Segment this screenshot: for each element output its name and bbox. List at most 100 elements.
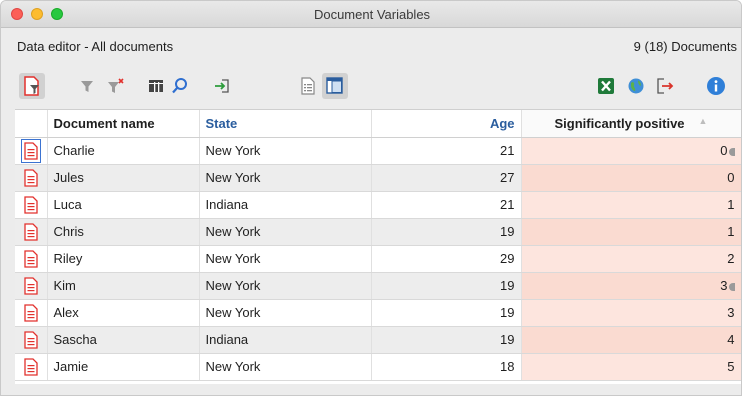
list-view-icon xyxy=(301,77,315,95)
significantly-positive-value: 4 xyxy=(727,332,735,347)
document-count: 9 (18) Documents xyxy=(633,39,737,54)
significantly-positive-cell[interactable]: 3 xyxy=(521,299,741,327)
document-icon-cell[interactable] xyxy=(15,272,48,300)
significantly-positive-value: 3 xyxy=(727,305,735,320)
significantly-positive-cell[interactable]: 0 xyxy=(521,137,741,165)
document-icon-cell[interactable] xyxy=(15,299,48,327)
import-button[interactable] xyxy=(209,73,235,99)
document-icon xyxy=(24,249,38,268)
import-icon xyxy=(215,79,229,93)
significantly-positive-cell[interactable]: 1 xyxy=(521,218,741,246)
document-variables-window: Document Variables Data editor - All doc… xyxy=(0,0,742,396)
significantly-positive-cell[interactable]: 5 xyxy=(521,353,741,381)
info-button[interactable] xyxy=(703,73,729,99)
table-row[interactable]: Sascha Indiana 19 4 xyxy=(15,326,741,354)
column-header-label: Significantly positive xyxy=(554,115,685,131)
table-row[interactable]: Alex New York 19 3 xyxy=(15,299,741,327)
table-row[interactable]: Kim New York 19 3 xyxy=(15,272,741,300)
state-cell[interactable]: New York xyxy=(199,353,372,381)
document-icon xyxy=(24,330,38,349)
table-row[interactable]: Charlie New York 21 0 xyxy=(15,137,741,165)
document-icon-cell[interactable] xyxy=(15,353,48,381)
columns-button[interactable] xyxy=(143,73,169,99)
memo-icon[interactable] xyxy=(728,147,735,156)
state-cell[interactable]: Indiana xyxy=(199,326,372,354)
state-cell[interactable]: New York xyxy=(199,272,372,300)
document-icon-cell[interactable] xyxy=(15,245,48,273)
info-icon xyxy=(707,77,725,95)
clear-filter-icon xyxy=(108,78,124,93)
document-name-cell[interactable]: Sascha xyxy=(47,326,200,354)
column-header-document-name[interactable]: Document name xyxy=(47,110,200,138)
excel-export-button[interactable] xyxy=(593,73,619,99)
age-cell[interactable]: 18 xyxy=(371,353,522,381)
toolbar xyxy=(1,67,741,107)
significantly-positive-value: 2 xyxy=(727,251,735,266)
age-cell[interactable]: 29 xyxy=(371,245,522,273)
state-cell[interactable]: New York xyxy=(199,218,372,246)
list-view-button[interactable] xyxy=(295,73,321,99)
document-name-cell[interactable]: Kim xyxy=(47,272,200,300)
table-row[interactable]: Riley New York 29 2 xyxy=(15,245,741,273)
age-cell[interactable]: 19 xyxy=(371,218,522,246)
table-row[interactable]: Jules New York 27 0 xyxy=(15,164,741,192)
document-filter-icon xyxy=(24,76,39,96)
state-cell[interactable]: New York xyxy=(199,299,372,327)
state-cell[interactable]: New York xyxy=(199,137,372,165)
search-button[interactable] xyxy=(167,73,193,99)
document-name-cell[interactable]: Alex xyxy=(47,299,200,327)
memo-icon[interactable] xyxy=(728,282,735,291)
significantly-positive-cell[interactable]: 3 xyxy=(521,272,741,300)
column-header-icon xyxy=(15,110,48,138)
significantly-positive-cell[interactable]: 2 xyxy=(521,245,741,273)
document-name-cell[interactable]: Luca xyxy=(47,191,200,219)
export-icon xyxy=(657,78,674,94)
significantly-positive-cell[interactable]: 4 xyxy=(521,326,741,354)
document-icon xyxy=(20,138,41,163)
age-cell[interactable]: 21 xyxy=(371,137,522,165)
clear-filter-button[interactable] xyxy=(103,73,129,99)
document-icon xyxy=(24,303,38,322)
table-row[interactable]: Jamie New York 18 5 xyxy=(15,353,741,381)
document-icon-cell[interactable] xyxy=(15,137,48,165)
detail-view-button[interactable] xyxy=(322,73,348,99)
document-filter-button[interactable] xyxy=(19,73,45,99)
search-icon xyxy=(172,78,187,94)
significantly-positive-cell[interactable]: 1 xyxy=(521,191,741,219)
state-cell[interactable]: New York xyxy=(199,164,372,192)
filter-button[interactable] xyxy=(74,73,100,99)
state-cell[interactable]: New York xyxy=(199,245,372,273)
table-row[interactable]: Luca Indiana 21 1 xyxy=(15,191,741,219)
document-name-cell[interactable]: Charlie xyxy=(47,137,200,165)
table-header-row: Document name State Age Significantly po… xyxy=(15,110,741,138)
document-icon-cell[interactable] xyxy=(15,191,48,219)
age-cell[interactable]: 19 xyxy=(371,326,522,354)
column-header-state[interactable]: State xyxy=(199,110,372,138)
document-name-cell[interactable]: Jules xyxy=(47,164,200,192)
document-icon xyxy=(24,168,38,187)
column-header-age[interactable]: Age xyxy=(371,110,522,138)
excel-export-icon xyxy=(598,78,614,94)
significantly-positive-value: 1 xyxy=(727,197,735,212)
document-icon-cell[interactable] xyxy=(15,218,48,246)
sort-ascending-icon: ▲ xyxy=(698,115,708,126)
document-icon-cell[interactable] xyxy=(15,164,48,192)
document-name-cell[interactable]: Riley xyxy=(47,245,200,273)
document-icon-cell[interactable] xyxy=(15,326,48,354)
table-row[interactable]: Chris New York 19 1 xyxy=(15,218,741,246)
document-icon xyxy=(24,195,38,214)
export-button[interactable] xyxy=(652,73,678,99)
column-header-significantly-positive[interactable]: Significantly positive ▲ xyxy=(521,110,741,138)
web-export-button[interactable] xyxy=(623,73,649,99)
state-cell[interactable]: Indiana xyxy=(199,191,372,219)
document-variables-table: Document name State Age Significantly po… xyxy=(15,110,741,381)
document-name-cell[interactable]: Chris xyxy=(47,218,200,246)
title-bar: Document Variables xyxy=(1,1,741,28)
age-cell[interactable]: 19 xyxy=(371,299,522,327)
age-cell[interactable]: 27 xyxy=(371,164,522,192)
age-cell[interactable]: 21 xyxy=(371,191,522,219)
age-cell[interactable]: 19 xyxy=(371,272,522,300)
significantly-positive-value: 0 xyxy=(720,143,728,158)
significantly-positive-cell[interactable]: 0 xyxy=(521,164,741,192)
document-name-cell[interactable]: Jamie xyxy=(47,353,200,381)
